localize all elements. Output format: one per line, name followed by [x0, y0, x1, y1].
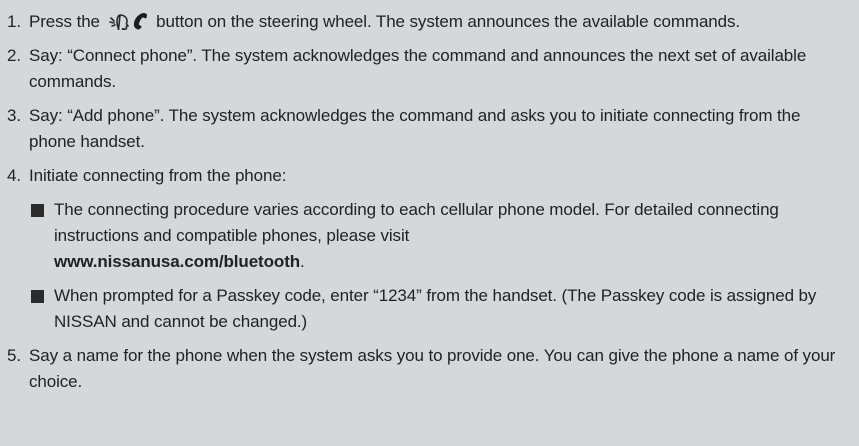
step-1: 1. Press the button on the steering whee… [7, 9, 851, 35]
step-text: Press the button on the steering wheel. … [29, 9, 851, 35]
step-5: 5. Say a name for the phone when the sys… [7, 343, 851, 395]
bullet-item: The connecting procedure varies accordin… [31, 197, 851, 275]
step-number: 4. [7, 166, 21, 185]
step-number: 2. [7, 46, 21, 65]
step-text-post: button on the steering wheel. The system… [151, 12, 741, 31]
bullet-square-icon [31, 204, 44, 217]
step-text: Say: “Connect phone”. The system acknowl… [29, 46, 807, 91]
bullet-text: When prompted for a Passkey code, enter … [54, 286, 817, 331]
step-text: Say: “Add phone”. The system acknowledge… [29, 106, 801, 151]
step-4-bullet-list: The connecting procedure varies accordin… [31, 197, 851, 335]
steering-button-icons [108, 12, 148, 30]
bullet-text-after: . [300, 252, 305, 271]
step-3: 3. Say: “Add phone”. The system acknowle… [7, 103, 851, 155]
step-text: Initiate connecting from the phone: [29, 166, 287, 185]
step-text-pre: Press the [29, 12, 105, 31]
step-number: 5. [7, 346, 21, 365]
step-number: 3. [7, 106, 21, 125]
bullet-text-body: The connecting procedure varies accordin… [54, 200, 779, 245]
step-4: 4. Initiate connecting from the phone: [7, 163, 851, 189]
phone-handset-icon [133, 13, 147, 30]
step-2: 2. Say: “Connect phone”. The system ackn… [7, 43, 851, 95]
voice-talk-icon [108, 14, 129, 30]
step-text: Say a name for the phone when the system… [29, 346, 836, 391]
bullet-text: The connecting procedure varies accordin… [54, 197, 851, 275]
bullet-square-icon [31, 290, 44, 303]
instruction-document: 1. Press the button on the steering whee… [0, 0, 859, 446]
bluetooth-url-link[interactable]: www.nissanusa.com/bluetooth [54, 252, 300, 271]
step-number: 1. [7, 12, 21, 31]
bullet-item: When prompted for a Passkey code, enter … [31, 283, 851, 335]
